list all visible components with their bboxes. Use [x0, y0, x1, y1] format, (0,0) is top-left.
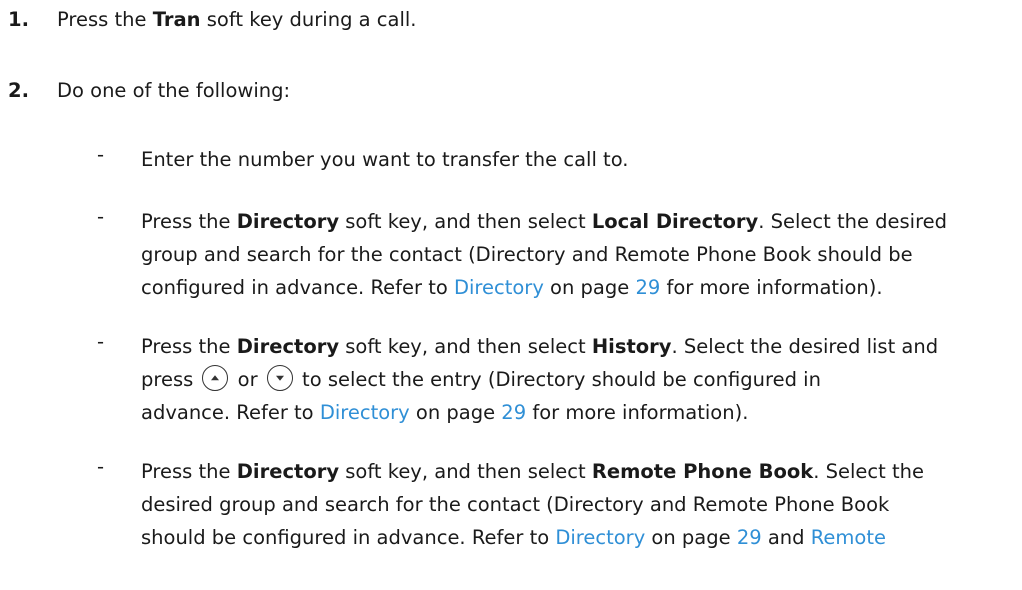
text-segment: on page — [645, 526, 737, 549]
directory-link[interactable]: Directory — [454, 276, 544, 299]
text-segment: for more information). — [526, 401, 749, 424]
text-segment: configured in advance. Refer to — [141, 276, 454, 299]
page-link[interactable]: 29 — [501, 401, 526, 424]
option-line-3: advance. Refer to Directory on page 29 f… — [141, 396, 1011, 429]
text-segment: Press the — [57, 8, 153, 31]
menu-option-label: Local Directory — [591, 210, 759, 233]
text-segment: soft key, and then select — [339, 335, 592, 358]
soft-key-label: Directory — [236, 335, 340, 358]
text-segment: soft key, and then select — [339, 460, 592, 483]
page-link[interactable]: 29 — [635, 276, 660, 299]
option-line-2: desired group and search for the contact… — [141, 493, 890, 516]
menu-option-label: History — [591, 335, 672, 358]
option-line-1: Press the Directory soft key, and then s… — [141, 455, 1011, 488]
option-line-3: configured in advance. Refer to Director… — [141, 271, 1011, 304]
text-segment: soft key, and then select — [339, 210, 592, 233]
text-segment: for more information). — [660, 276, 883, 299]
text-segment: . Select the — [813, 460, 924, 483]
soft-key-label: Directory — [236, 210, 340, 233]
menu-option-label: Remote Phone Book — [591, 460, 814, 483]
step-number: 1. — [8, 8, 29, 31]
step-text: Do one of the following: — [57, 79, 291, 102]
text-segment: . Select the desired list and — [671, 335, 939, 358]
list-dash: - — [97, 205, 105, 228]
text-segment: and — [761, 526, 811, 549]
directory-link[interactable]: Directory — [320, 401, 410, 424]
option-line-1: Press the Directory soft key, and then s… — [141, 330, 1011, 363]
text-segment: to select the entry (Directory should be… — [295, 368, 821, 391]
list-dash: - — [97, 143, 105, 166]
list-dash: - — [97, 330, 105, 353]
option-line-2: press or to select the entry (Directory … — [141, 363, 1011, 396]
up-arrow-key-icon — [202, 365, 229, 391]
text-segment: Press the — [141, 335, 237, 358]
text-segment: advance. Refer to — [141, 401, 320, 424]
text-segment: . Select the desired — [758, 210, 948, 233]
remote-link[interactable]: Remote — [811, 526, 886, 549]
option-line-2: group and search for the contact (Direct… — [141, 243, 913, 266]
step-text: Press the Tran soft key during a call. — [57, 8, 417, 31]
down-arrow-key-icon — [266, 365, 293, 391]
text-segment: soft key during a call. — [200, 8, 417, 31]
text-segment: on page — [543, 276, 636, 299]
text-segment: or — [231, 368, 264, 391]
directory-link[interactable]: Directory — [555, 526, 645, 549]
page-link[interactable]: 29 — [737, 526, 762, 549]
text-segment: press — [141, 368, 200, 391]
option-line-3: should be configured in advance. Refer t… — [141, 521, 1011, 554]
option-text: Enter the number you want to transfer th… — [141, 148, 629, 171]
text-segment: on page — [409, 401, 502, 424]
option-line-1: Press the Directory soft key, and then s… — [141, 205, 1011, 238]
soft-key-label: Directory — [236, 460, 340, 483]
text-segment: Press the — [141, 210, 237, 233]
text-segment: Press the — [141, 460, 237, 483]
text-segment: should be configured in advance. Refer t… — [141, 526, 556, 549]
list-dash: - — [97, 455, 105, 478]
soft-key-label: Tran — [152, 8, 201, 31]
step-number: 2. — [8, 79, 29, 102]
